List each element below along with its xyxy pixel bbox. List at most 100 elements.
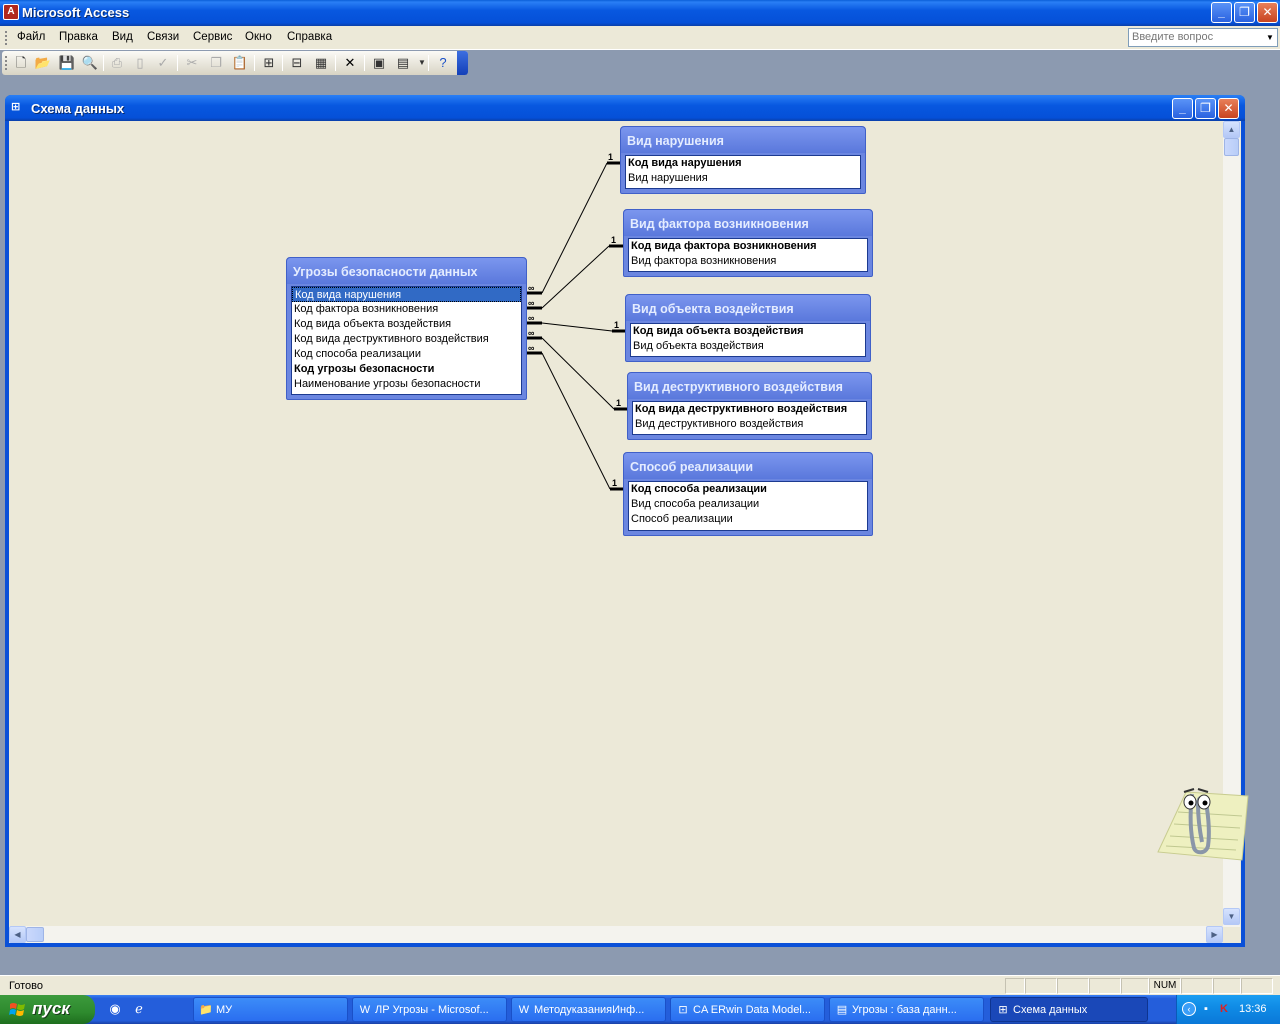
antivirus-icon[interactable]: K [1217,1002,1231,1016]
field-list: Код вида объекта воздействия Вид объекта… [630,323,866,357]
scroll-left-icon[interactable]: ◀ [9,926,26,943]
toolbar-grip[interactable] [5,56,7,70]
field-item-key[interactable]: Код вида фактора возникновения [629,239,867,254]
status-cell [1057,978,1089,994]
toolbar-options-icon[interactable] [457,51,468,75]
relationships-window-icon[interactable]: ⊞ [11,101,23,113]
field-item[interactable]: Код способа реализации [292,347,521,362]
open-icon[interactable]: 📂 [34,54,52,72]
print-icon[interactable]: ⎙ [108,54,126,72]
new-icon[interactable]: 🗋 [12,54,30,72]
scroll-right-icon[interactable]: ▶ [1206,926,1223,943]
table-title[interactable]: Вид деструктивного воздействия [628,373,871,399]
help-icon[interactable]: ? [434,54,452,72]
menu-edit[interactable]: Правка [59,31,98,43]
field-item[interactable]: Вид объекта воздействия [631,339,865,354]
task-database[interactable]: ▤ Угрозы : база данн... [829,997,984,1022]
field-item-key[interactable]: Код способа реализации [629,482,867,497]
task-word-doc[interactable]: W ЛР Угрозы - Microsof... [352,997,507,1022]
internet-explorer-icon[interactable]: ℯ [131,1001,147,1017]
table-violation-type[interactable]: Вид нарушения Код вида нарушения Вид нар… [620,126,866,194]
horizontal-scroll-thumb[interactable] [26,927,44,942]
table-title[interactable]: Вид объекта воздействия [626,295,870,321]
table-title[interactable]: Угрозы безопасности данных [287,258,526,284]
scroll-up-icon[interactable]: ▲ [1223,121,1240,138]
restore-button[interactable]: ❐ [1234,2,1255,23]
scroll-down-icon[interactable]: ▼ [1223,908,1240,925]
field-item[interactable]: Код вида деструктивного воздействия [292,332,521,347]
new-object-icon[interactable]: ▤ [394,54,412,72]
table-factor-type[interactable]: Вид фактора возникновения Код вида факто… [623,209,873,277]
field-item[interactable]: Способ реализации [629,512,867,527]
field-item[interactable]: Код вида объекта воздействия [292,317,521,332]
child-minimize-button[interactable]: _ [1172,98,1193,119]
menu-help[interactable]: Справка [287,31,332,43]
menu-window[interactable]: Окно [245,31,272,43]
field-item-key[interactable]: Код вида нарушения [626,156,860,171]
task-label: МУ [216,1004,233,1016]
field-list: Код вида фактора возникновения Вид факто… [628,238,868,272]
save-icon[interactable]: 💾 [58,54,76,72]
menu-relationships[interactable]: Связи [147,31,179,43]
table-title[interactable]: Вид нарушения [621,127,865,153]
field-item-key[interactable]: Код угрозы безопасности [292,362,521,377]
task-mu[interactable]: 📁 МУ [193,997,348,1022]
task-guidelines[interactable]: W МетодуказанияИнф... [511,997,666,1022]
table-method[interactable]: Способ реализации Код способа реализации… [623,452,873,536]
office-assistant-icon[interactable] [1156,772,1250,866]
task-label: МетодуказанияИнф... [534,1004,645,1016]
field-item-key[interactable]: Код вида деструктивного воздействия [633,402,866,417]
menu-grip[interactable] [5,31,7,45]
cut-icon[interactable]: ✂ [183,54,201,72]
field-item-key[interactable]: Код вида объекта воздействия [631,324,865,339]
relationships-canvas[interactable]: ∞ ∞ ∞ ∞ ∞ 1 1 1 1 1 Угрозы безопасности … [9,121,1241,943]
database-window-icon[interactable]: ▣ [370,54,388,72]
tray-expand-icon[interactable]: ‹ [1182,1002,1196,1016]
child-maximize-button[interactable]: ❐ [1195,98,1216,119]
app-titlebar: A Microsoft Access _ ❐ ✕ [0,0,1280,26]
clock[interactable]: 13:36 [1239,1003,1267,1015]
app-title: Microsoft Access [22,5,130,20]
vertical-scroll-thumb[interactable] [1224,138,1239,156]
menu-file[interactable]: Файл [17,31,45,43]
spelling-icon[interactable]: ✓ [154,54,172,72]
taskbar: пуск ◉ ℯ 📁 МУ W ЛР Угрозы - Microsof... … [0,995,1280,1024]
delete-icon[interactable]: ✕ [341,54,359,72]
table-title[interactable]: Вид фактора возникновения [624,210,872,236]
table-threats[interactable]: Угрозы безопасности данных Код вида нару… [286,257,527,400]
show-table-icon[interactable]: ⊞ [260,54,278,72]
table-destructive-type[interactable]: Вид деструктивного воздействия Код вида … [627,372,872,440]
start-button[interactable]: пуск [0,995,95,1024]
horizontal-scrollbar[interactable]: ◀ ▶ [9,926,1223,943]
child-close-button[interactable]: ✕ [1218,98,1239,119]
table-object-type[interactable]: Вид объекта воздействия Код вида объекта… [625,294,871,362]
task-erwin[interactable]: ⊡ CA ERwin Data Model... [670,997,825,1022]
show-all-icon[interactable]: ▦ [312,54,330,72]
paste-icon[interactable]: 📋 [231,54,249,72]
table-title[interactable]: Способ реализации [624,453,872,479]
quicklaunch-icon[interactable]: ◉ [107,1001,123,1017]
toolbar-separator [428,55,429,71]
close-button[interactable]: ✕ [1257,2,1278,23]
field-item[interactable]: Код фактора возникновения [292,302,521,317]
field-item[interactable]: Вид фактора возникновения [629,254,867,269]
task-relationships[interactable]: ⊞ Схема данных [990,997,1148,1022]
field-item[interactable]: Наименование угрозы безопасности [292,377,521,392]
help-dropdown-icon[interactable]: ▼ [1264,30,1276,45]
network-icon[interactable]: ▪ [1199,1002,1213,1016]
field-item[interactable]: Вид нарушения [626,171,860,186]
field-item[interactable]: Вид способа реализации [629,497,867,512]
many-symbol: ∞ [528,283,535,293]
help-question-input[interactable]: Введите вопрос ▼ [1128,28,1278,47]
access-app-icon[interactable]: A [3,4,19,20]
copy-icon[interactable]: ❐ [207,54,225,72]
field-item[interactable]: Код вида нарушения [292,287,521,302]
file-search-icon[interactable]: 🔍 [81,54,99,72]
menu-tools[interactable]: Сервис [193,31,232,43]
menu-view[interactable]: Вид [112,31,133,43]
show-direct-icon[interactable]: ⊟ [288,54,306,72]
print-preview-icon[interactable]: ▯ [131,54,149,72]
access-icon: ▤ [836,1004,848,1016]
minimize-button[interactable]: _ [1211,2,1232,23]
field-item[interactable]: Вид деструктивного воздействия [633,417,866,432]
